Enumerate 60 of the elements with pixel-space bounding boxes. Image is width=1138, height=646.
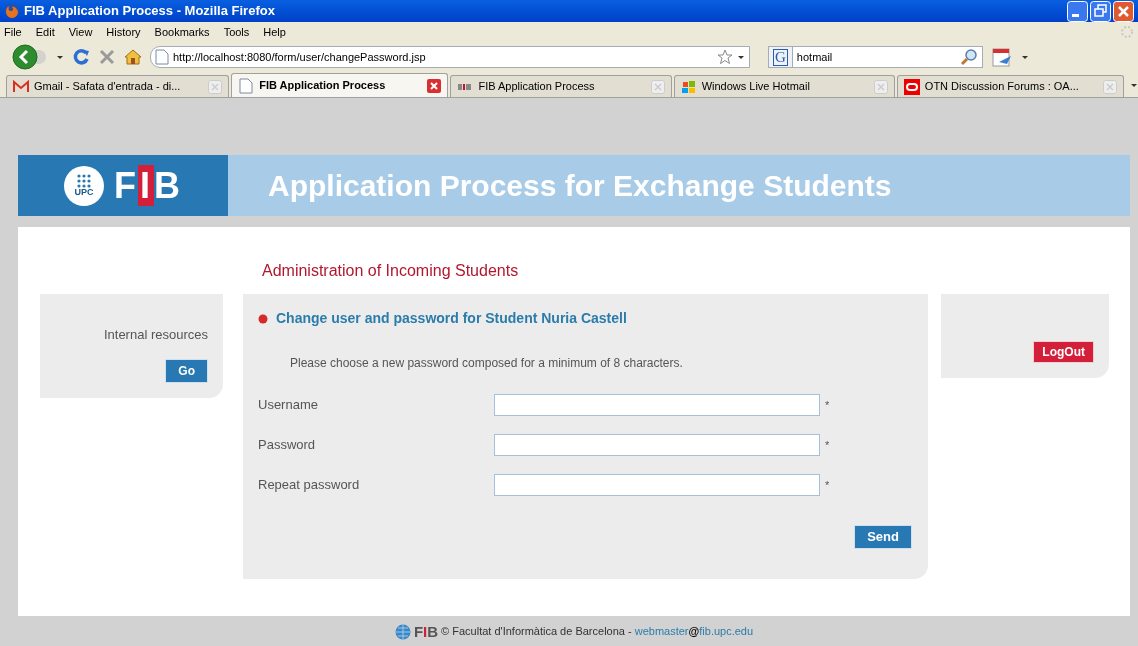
back-icon[interactable]	[12, 44, 48, 70]
star-icon[interactable]	[717, 49, 733, 65]
reload-icon[interactable]	[72, 48, 90, 66]
input-field[interactable]	[494, 474, 820, 496]
browser-tab[interactable]: FIB Application Process	[231, 73, 449, 97]
page-title: Application Process for Exchange Students	[268, 168, 892, 204]
menu-item[interactable]: Edit	[35, 23, 55, 41]
menu-item[interactable]: History	[106, 23, 141, 41]
send-button[interactable]: Send	[854, 525, 912, 549]
page-icon	[155, 49, 169, 65]
note-icon[interactable]	[991, 46, 1013, 68]
logout-button[interactable]: LogOut	[1033, 341, 1094, 363]
home-icon[interactable]	[124, 48, 142, 66]
dot-grid-icon	[76, 174, 92, 188]
search-field[interactable]: G hotmail	[768, 46, 983, 68]
field-label: Password	[258, 436, 317, 455]
address-bar[interactable]: http://localhost:8080/form/user/changePassword.jsp	[150, 46, 750, 68]
required-mark: *	[825, 477, 830, 493]
menu-item[interactable]: Tools	[223, 23, 250, 41]
required-mark: *	[825, 437, 830, 453]
caret-icon[interactable]	[1130, 81, 1138, 89]
input-field[interactable]	[494, 434, 820, 456]
logo-badge-text: UPC	[74, 188, 94, 197]
caret-icon[interactable]	[737, 53, 745, 61]
required-mark: *	[825, 397, 830, 413]
search-engine-button[interactable]: G	[773, 48, 788, 66]
menu-item[interactable]: View	[68, 23, 93, 41]
browser-tab[interactable]: FIB Application Process	[450, 75, 672, 97]
browser-tab[interactable]: Gmail - Safata d'entrada - di...	[6, 75, 230, 97]
bullet-icon	[258, 313, 268, 324]
footer-logo: FIB	[413, 624, 439, 639]
form-title: Change user and password for Student Nuria Castell	[276, 309, 627, 328]
close-icon[interactable]	[427, 78, 442, 93]
menu-item[interactable]: Help	[263, 23, 286, 41]
caret-icon[interactable]	[56, 53, 64, 61]
go-button[interactable]: Go	[165, 358, 208, 383]
field-label: Username	[258, 396, 319, 415]
throbber-icon	[1120, 25, 1134, 39]
menu-item[interactable]: File	[4, 23, 22, 41]
browser-tab[interactable]: OTN Discussion Forums : OA...	[896, 75, 1124, 97]
field-label: Repeat password	[258, 476, 361, 495]
window-title: FIB Application Process - Mozilla Firefox	[24, 2, 276, 21]
caret-icon[interactable]	[1021, 53, 1029, 61]
input-field[interactable]	[494, 394, 820, 416]
page-icon	[238, 77, 255, 94]
footer-text: © Facultat d'Informàtica de Barcelona - webmaster@fib.upc.edu	[441, 624, 754, 640]
globe-icon	[394, 623, 411, 640]
logo-wordmark: FIB	[114, 167, 182, 204]
firefox-icon	[4, 3, 20, 19]
menu-item[interactable]: Bookmarks	[154, 23, 210, 41]
envelope-icon	[13, 78, 29, 95]
instructions-text: Please choose a new password composed for a minimum of 8 characters.	[289, 355, 684, 372]
browser-tab[interactable]: Windows Live Hotmail	[673, 75, 895, 97]
search-icon[interactable]	[960, 48, 978, 66]
windows-flag-icon	[680, 78, 697, 95]
minimize-icon[interactable]	[1067, 0, 1088, 22]
section-title: Administration of Incoming Students	[261, 261, 520, 281]
restore-icon[interactable]	[1090, 0, 1111, 22]
email-link[interactable]: webmaster@fib.upc.edu	[634, 625, 754, 638]
side-panel-label: Internal resources	[103, 326, 208, 344]
